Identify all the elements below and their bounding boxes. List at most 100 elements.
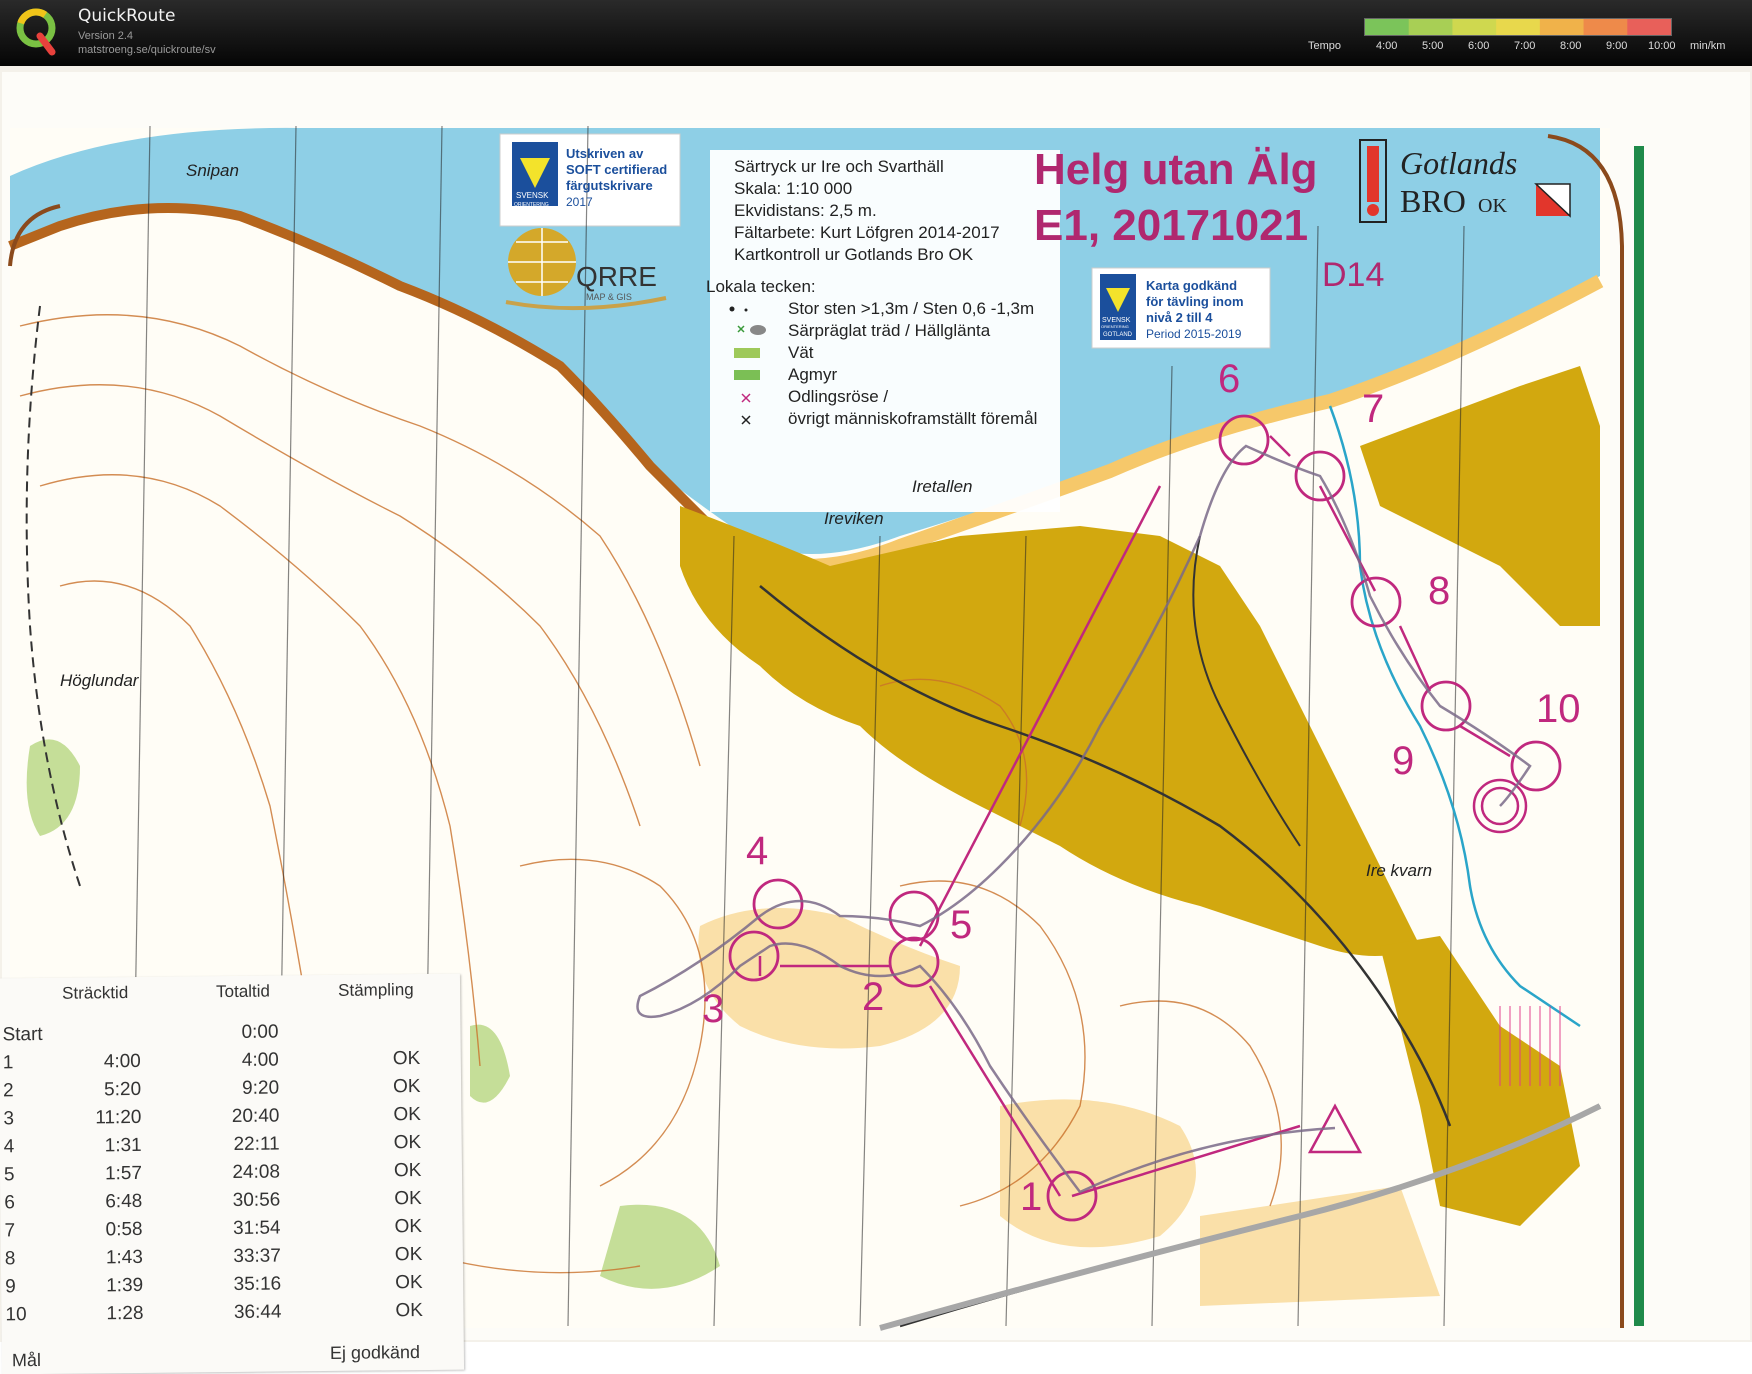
split-leg: 1:28 <box>106 1302 144 1325</box>
info-line: Ekvidistans: 2,5 m. <box>734 201 877 220</box>
split-status: OK <box>394 1216 423 1238</box>
legend-item: Särpräglat träd / Hällglänta <box>788 321 991 340</box>
split-total: 30:56 <box>232 1189 281 1211</box>
split-times-card: Sträcktid Totaltid Stämpling Start 0:00 1… <box>0 973 465 1374</box>
header-punch: Stämpling <box>337 980 414 1000</box>
legend-item: Vät <box>788 343 814 362</box>
header-total-time: Totaltid <box>215 981 271 1002</box>
split-status: OK <box>392 1076 421 1098</box>
split-total: 31:54 <box>232 1217 281 1239</box>
control-number-7: 7 <box>1362 387 1384 431</box>
split-leg: 11:20 <box>95 1106 142 1129</box>
tempo-tick: 9:00 <box>1606 40 1628 52</box>
split-leg: 1:31 <box>104 1134 142 1157</box>
split-total: 4:00 <box>241 1049 279 1071</box>
info-line: Fältarbete: Kurt Löfgren 2014-2017 <box>734 223 1000 242</box>
split-leg: 1:43 <box>105 1246 143 1269</box>
svg-text:SOFT certifierad: SOFT certifierad <box>566 162 667 177</box>
split-control: 8 <box>4 1248 16 1270</box>
svg-text:Gotlands: Gotlands <box>1400 145 1517 181</box>
legend-item: Agmyr <box>788 365 837 384</box>
split-control: 6 <box>4 1192 15 1214</box>
split-status: OK <box>394 1244 423 1266</box>
approval-badge: SVENSK ORIENTERING GOTLAND Karta godkänd… <box>1100 274 1244 341</box>
tempo-color-segment <box>1452 19 1497 35</box>
split-control: Start <box>2 1023 43 1046</box>
info-line: Särtryck ur Ire och Svarthäll <box>734 157 944 176</box>
tempo-unit: min/km <box>1690 40 1726 52</box>
split-leg: 4:00 <box>103 1050 141 1073</box>
split-total: 0:00 <box>241 1021 279 1043</box>
tempo-label: Tempo <box>1308 40 1342 52</box>
app-title: QuickRoute <box>78 6 176 26</box>
split-row: 10 1:28 36:44 OK <box>1 1300 463 1333</box>
tempo-tick: 5:00 <box>1422 40 1444 52</box>
info-line: Skala: 1:10 000 <box>734 179 852 198</box>
split-total: 20:40 <box>231 1105 280 1127</box>
split-status: OK <box>395 1272 423 1294</box>
svg-text:nivå 2 till 4: nivå 2 till 4 <box>1146 310 1213 325</box>
place-hoglundar: Höglundar <box>60 671 140 690</box>
split-total: 24:08 <box>232 1161 281 1183</box>
tempo-color-segment <box>1496 19 1541 35</box>
event-title-line2: E1, 20171021 <box>1034 201 1308 250</box>
app-header: QuickRoute Version 2.4 matstroeng.se/qui… <box>0 0 1752 66</box>
tempo-color-segment <box>1365 19 1410 35</box>
legend-item: Odlingsröse / <box>788 387 888 406</box>
tempo-tick: 4:00 <box>1376 40 1398 52</box>
split-total: 22:11 <box>233 1133 280 1155</box>
split-control: 7 <box>4 1220 16 1242</box>
split-status: OK <box>394 1188 422 1210</box>
control-number-10: 10 <box>1536 687 1581 731</box>
split-control: 3 <box>3 1108 15 1130</box>
legend-item: Stor sten >1,3m / Sten 0,6 -1,3m <box>788 299 1034 318</box>
svg-text:SVENSK: SVENSK <box>1102 317 1131 324</box>
svg-text:MAP & GIS: MAP & GIS <box>586 292 632 302</box>
svg-text:färgutskrivare: färgutskrivare <box>566 178 653 193</box>
tempo-tick: 6:00 <box>1468 40 1490 52</box>
svg-text:GOTLAND: GOTLAND <box>1103 332 1133 338</box>
quickroute-logo-icon <box>16 8 56 56</box>
svg-text:Utskriven av: Utskriven av <box>566 146 644 161</box>
split-status: OK <box>393 1132 422 1154</box>
tempo-color-scale <box>1364 18 1672 36</box>
map-frame-green-stripe <box>1634 146 1644 1326</box>
final-status: Ej godkänd <box>329 1342 421 1363</box>
control-number-6: 6 <box>1218 357 1240 401</box>
info-line: Kartkontroll ur Gotlands Bro OK <box>734 245 974 264</box>
control-number-1: 1 <box>1020 1175 1042 1219</box>
control-number-5: 5 <box>950 903 972 947</box>
svg-text:ORIENTERING: ORIENTERING <box>514 202 549 208</box>
event-title-line1: Helg utan Älg <box>1034 145 1318 194</box>
split-total: 9:20 <box>242 1077 280 1099</box>
split-control: 9 <box>5 1276 16 1298</box>
place-ireviken: Ireviken <box>824 509 884 528</box>
split-total: 33:37 <box>233 1245 281 1267</box>
map-viewport[interactable]: 1 2 3 4 5 6 7 8 9 10 Snipan Iretallen Ir… <box>0 66 1752 1374</box>
tempo-color-segment <box>1539 19 1585 35</box>
place-ire-kvarn: Ire kvarn <box>1366 861 1432 880</box>
split-leg: 1:57 <box>104 1162 143 1185</box>
control-number-3: 3 <box>702 987 724 1031</box>
place-iretallen: Iretallen <box>912 477 972 496</box>
course-class: D14 <box>1322 256 1384 294</box>
svg-text:Karta godkänd: Karta godkänd <box>1146 278 1237 293</box>
control-number-8: 8 <box>1428 569 1450 613</box>
place-snipan: Snipan <box>186 161 239 180</box>
tempo-color-segment <box>1408 19 1453 35</box>
app-version: Version 2.4 <box>78 30 134 42</box>
split-status: OK <box>392 1048 421 1070</box>
split-control: 5 <box>3 1164 15 1186</box>
split-total: 36:44 <box>233 1301 282 1323</box>
svg-text:SVENSK: SVENSK <box>516 191 549 200</box>
split-leg: 0:58 <box>105 1218 143 1241</box>
app-url-link[interactable]: matstroeng.se/quickroute/sv <box>78 44 216 56</box>
split-leg: 6:48 <box>105 1190 143 1213</box>
split-status: OK <box>393 1160 422 1182</box>
tempo-tick: 10:00 <box>1648 40 1676 52</box>
tempo-tick: 7:00 <box>1514 40 1536 52</box>
tempo-tick: 8:00 <box>1560 40 1582 52</box>
header-leg-time: Sträcktid <box>61 983 129 1003</box>
split-control: 2 <box>3 1080 14 1102</box>
control-number-9: 9 <box>1392 739 1414 783</box>
